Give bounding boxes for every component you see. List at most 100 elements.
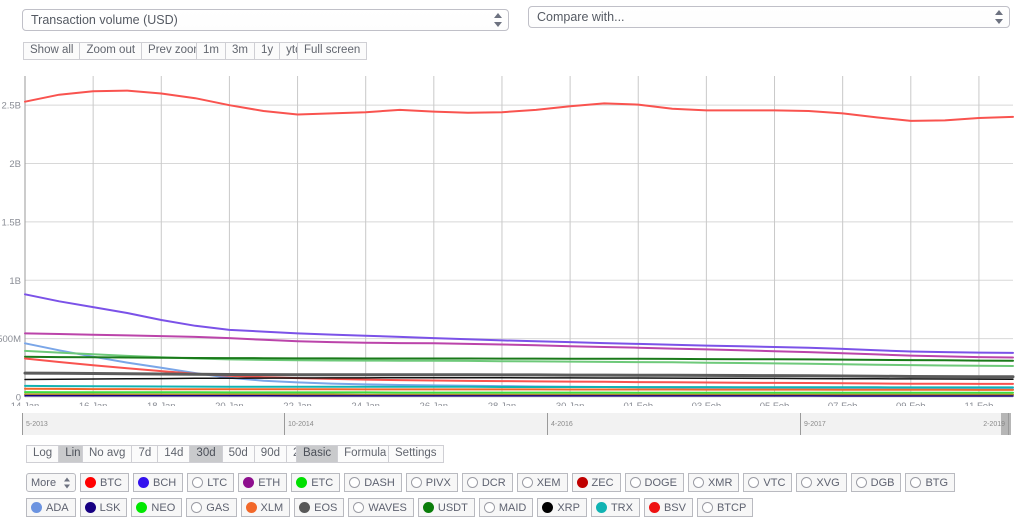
legend-item-label: USDT bbox=[437, 501, 468, 514]
legend-item-label: BTCP bbox=[716, 501, 747, 514]
range-btn-1y[interactable]: 1y bbox=[253, 42, 281, 60]
legend-item-btcp[interactable]: BTCP bbox=[696, 498, 754, 517]
avg-btn-90d[interactable]: 90d bbox=[253, 445, 287, 463]
legend-item-label: ETH bbox=[258, 476, 281, 489]
spinner-icon[interactable] bbox=[994, 10, 1003, 24]
compare-select[interactable]: Compare with... bbox=[528, 6, 1010, 28]
legend-item-label: XMR bbox=[707, 476, 733, 489]
x-axis-label: 16 Jan bbox=[79, 401, 108, 406]
average-period-group: No avg7d14d30d50d90d200d bbox=[82, 445, 326, 463]
compare-select-value: Compare with... bbox=[537, 10, 625, 24]
legend-item-xmr[interactable]: XMR bbox=[687, 473, 740, 492]
legend-item-etc[interactable]: ETC bbox=[291, 473, 341, 492]
legend-color-dot-icon bbox=[521, 477, 533, 488]
legend-item-btg[interactable]: BTG bbox=[905, 473, 956, 492]
range-btn-1m[interactable]: 1m bbox=[196, 42, 226, 60]
legend-item-xem[interactable]: XEM bbox=[516, 473, 568, 492]
legend-item-label: XEM bbox=[536, 476, 561, 489]
x-axis-label: 11 Feb bbox=[964, 401, 993, 406]
avg-btn-no-avg[interactable]: No avg bbox=[82, 445, 133, 463]
legend-color-dot-icon bbox=[353, 502, 365, 513]
legend-color-dot-icon bbox=[245, 502, 257, 513]
legend-color-dot-icon bbox=[692, 477, 704, 488]
legend-item-lsk[interactable]: LSK bbox=[79, 498, 128, 517]
chart-navigator[interactable]: 5-2013 10-2014 4-2016 9-2017 2-2019 bbox=[22, 413, 1011, 435]
series-line-xrp bbox=[24, 376, 1014, 381]
legend-item-btc[interactable]: BTC bbox=[80, 473, 129, 492]
zoom-btn-zoom-out[interactable]: Zoom out bbox=[79, 42, 143, 60]
avg-btn-7d[interactable]: 7d bbox=[131, 445, 159, 463]
legend-item-maid[interactable]: MAID bbox=[478, 498, 534, 517]
legend-item-pivx[interactable]: PIVX bbox=[405, 473, 458, 492]
fullscreen-btn-full-screen[interactable]: Full screen bbox=[297, 42, 368, 60]
chart-plot-area[interactable]: 2.5B2B1.5B1B500M014 Jan16 Jan18 Jan20 Ja… bbox=[0, 66, 1024, 406]
avg-btn-14d[interactable]: 14d bbox=[157, 445, 191, 463]
legend-item-trx[interactable]: TRX bbox=[590, 498, 640, 517]
legend-item-label: DOGE bbox=[644, 476, 677, 489]
legend-color-dot-icon bbox=[576, 477, 588, 488]
series-line-trx bbox=[24, 384, 1014, 389]
scale-btn-log[interactable]: Log bbox=[26, 445, 60, 463]
legend-color-dot-icon bbox=[243, 477, 255, 488]
legend-item-doge[interactable]: DOGE bbox=[624, 473, 684, 492]
x-axis-label: 26 Jan bbox=[420, 401, 449, 406]
mode-btn-basic[interactable]: Basic bbox=[296, 445, 339, 463]
x-axis-label: 05 Feb bbox=[760, 401, 790, 406]
avg-btn-50d[interactable]: 50d bbox=[221, 445, 255, 463]
x-axis-label: 20 Jan bbox=[215, 401, 244, 406]
legend-item-waves[interactable]: WAVES bbox=[348, 498, 414, 517]
legend-item-label: EOS bbox=[314, 501, 338, 514]
legend-item-xlm[interactable]: XLM bbox=[240, 498, 291, 517]
legend-item-label: DGB bbox=[870, 476, 895, 489]
avg-btn-30d[interactable]: 30d bbox=[189, 445, 223, 463]
mode-btn-formula[interactable]: Formula bbox=[337, 445, 394, 463]
legend-item-eth[interactable]: ETH bbox=[238, 473, 288, 492]
legend-item-eos[interactable]: EOS bbox=[294, 498, 345, 517]
legend-color-dot-icon bbox=[299, 502, 311, 513]
range-btn-3m[interactable]: 3m bbox=[224, 42, 255, 60]
legend-color-dot-icon bbox=[138, 477, 149, 488]
legend-item-dcr[interactable]: DCR bbox=[461, 473, 513, 492]
spinner-icon[interactable] bbox=[493, 13, 502, 27]
legend-item-dgb[interactable]: DGB bbox=[850, 473, 902, 492]
more-dropdown-label: More bbox=[31, 476, 57, 489]
legend-item-dash[interactable]: DASH bbox=[344, 473, 402, 492]
legend-color-dot-icon bbox=[296, 477, 308, 488]
legend-item-label: TRX bbox=[610, 501, 633, 514]
legend-item-usdt[interactable]: USDT bbox=[417, 498, 475, 517]
coin-legend-row-2: ADA LSK NEO GAS XLM EOS WAVES USDT MAID XRP TRX BSV… bbox=[26, 498, 754, 517]
legend-item-ada[interactable]: ADA bbox=[26, 498, 76, 517]
legend-item-vtc[interactable]: VTC bbox=[743, 473, 793, 492]
y-axis-label: 2.5B bbox=[1, 101, 21, 112]
legend-item-xvg[interactable]: XVG bbox=[796, 473, 847, 492]
legend-item-ltc[interactable]: LTC bbox=[187, 473, 235, 492]
zoom-btn-show-all[interactable]: Show all bbox=[23, 42, 81, 60]
metric-select[interactable]: Transaction volume (USD) bbox=[22, 9, 509, 31]
more-dropdown[interactable]: More bbox=[26, 473, 76, 492]
legend-color-dot-icon bbox=[84, 502, 96, 513]
legend-item-zec[interactable]: ZEC bbox=[571, 473, 621, 492]
legend-item-xrp[interactable]: XRP bbox=[537, 498, 587, 517]
range-preset-group: 1m 3m 1y ytd bbox=[196, 42, 309, 60]
legend-item-bsv[interactable]: BSV bbox=[643, 498, 693, 517]
coin-legend-row-1: More BTC BCH LTC ETH ETC DASH PIVX DCR XEM ZEC DOG… bbox=[26, 473, 956, 492]
legend-item-label: DASH bbox=[364, 476, 395, 489]
settings-btn-settings[interactable]: Settings bbox=[388, 445, 444, 463]
legend-color-dot-icon bbox=[748, 477, 760, 488]
legend-item-label: BTG bbox=[925, 476, 949, 489]
spinner-icon[interactable] bbox=[62, 477, 71, 488]
navigator-tick: 10-2014 bbox=[284, 413, 314, 435]
series-line-eos bbox=[23, 371, 1015, 379]
legend-item-label: ETC bbox=[311, 476, 334, 489]
x-axis-label: 03 Feb bbox=[692, 401, 722, 406]
legend-item-label: BTC bbox=[100, 476, 122, 489]
legend-item-neo[interactable]: NEO bbox=[131, 498, 183, 517]
legend-item-label: NEO bbox=[151, 501, 176, 514]
crypto-chart-page: Transaction volume (USD) Compare with...… bbox=[0, 0, 1024, 526]
navigator-tick: 4-2016 bbox=[547, 413, 573, 435]
navigator-tick: 2-2019 bbox=[983, 413, 1009, 435]
series-line-bsv bbox=[24, 357, 1014, 385]
x-axis-label: 14 Jan bbox=[11, 401, 40, 406]
legend-item-gas[interactable]: GAS bbox=[186, 498, 237, 517]
legend-item-bch[interactable]: BCH bbox=[133, 473, 184, 492]
